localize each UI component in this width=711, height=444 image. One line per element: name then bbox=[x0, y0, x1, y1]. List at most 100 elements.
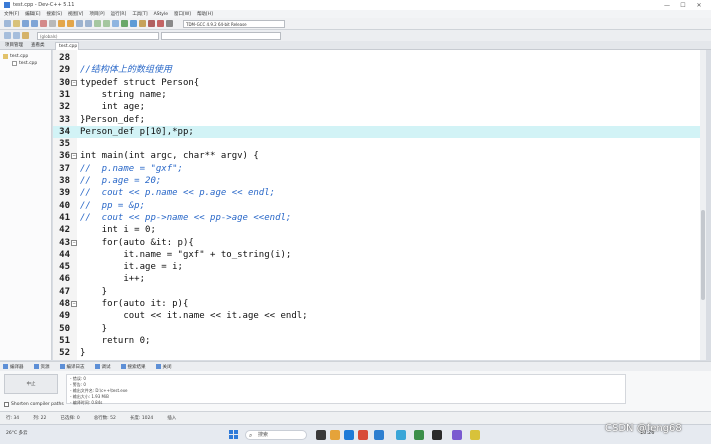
taskbar-search[interactable]: ⌕ 搜索 bbox=[245, 430, 307, 440]
code-line[interactable]: 40 // pp = &p; bbox=[53, 200, 700, 212]
globals-combo[interactable]: (globals) bbox=[37, 31, 159, 40]
maximize-icon[interactable]: ☐ bbox=[675, 2, 691, 9]
code-line[interactable]: 46 i++; bbox=[53, 273, 700, 285]
compile-log: - 错误: 0- 警告: 0- 输出文件名: D:\c++\test.exe - … bbox=[66, 374, 626, 405]
bottom-tab[interactable]: 编译器 bbox=[3, 364, 24, 370]
app-icon-green[interactable] bbox=[414, 430, 424, 440]
compiler-select[interactable]: TDM-GCC 4.9.2 64-bit Release bbox=[183, 19, 285, 28]
app-icon-teal[interactable] bbox=[396, 430, 406, 440]
unindent-icon[interactable] bbox=[103, 20, 110, 27]
menu-item[interactable]: 窗口[W] bbox=[174, 11, 191, 17]
replace-icon[interactable] bbox=[85, 20, 92, 27]
project-new-icon[interactable] bbox=[4, 32, 11, 39]
stop-icon[interactable] bbox=[157, 20, 164, 27]
menu-item[interactable]: 帮助[H] bbox=[197, 11, 213, 17]
windows-start-icon[interactable] bbox=[229, 430, 239, 440]
code-line[interactable]: 43− for(auto &it: p){ bbox=[53, 237, 700, 249]
code-line[interactable]: 33}Person_def; bbox=[53, 114, 700, 126]
taskview-icon[interactable] bbox=[316, 430, 326, 440]
code-line[interactable]: 29 //结构体上的数组使用 bbox=[53, 64, 700, 76]
shorten-paths-checkbox[interactable] bbox=[4, 402, 9, 407]
fold-toggle-icon[interactable]: − bbox=[71, 239, 77, 246]
code-line[interactable]: 31 string name; bbox=[53, 89, 700, 101]
app-icon-red[interactable] bbox=[358, 430, 368, 440]
tab-test-cpp[interactable]: test.cpp bbox=[55, 42, 79, 50]
minimize-icon[interactable]: — bbox=[659, 2, 675, 9]
devcpp-taskbar-icon[interactable] bbox=[470, 430, 480, 440]
tab-project[interactable]: 项目管理 bbox=[2, 42, 26, 50]
menu-item[interactable]: 编辑[E] bbox=[25, 11, 40, 17]
editor-scrollbar[interactable] bbox=[700, 50, 706, 360]
code-text: for(auto it: p){ bbox=[80, 299, 189, 309]
code-line[interactable]: 44 it.name = "gxf" + to_string(i); bbox=[53, 249, 700, 261]
bookmark-icon[interactable] bbox=[22, 32, 29, 39]
tree-root[interactable]: test.cpp bbox=[0, 53, 51, 60]
bottom-tab[interactable]: 调试 bbox=[94, 364, 111, 370]
rebuild-icon[interactable] bbox=[139, 20, 146, 27]
app-icon-blue[interactable] bbox=[374, 430, 384, 440]
code-line[interactable]: 34 Person_def p[10],*pp; bbox=[53, 125, 700, 139]
compile-run-icon[interactable] bbox=[130, 20, 137, 27]
code-line[interactable]: 41 // cout << pp->name << pp->age <<endl; bbox=[53, 212, 700, 224]
weather-widget[interactable]: 26°C 多云 bbox=[6, 430, 28, 436]
fold-toggle-icon[interactable]: − bbox=[71, 301, 77, 307]
code-line[interactable]: 42 int i = 0; bbox=[53, 224, 700, 236]
code-line[interactable]: 48− for(auto it: p){ bbox=[53, 298, 700, 310]
undo-icon[interactable] bbox=[58, 20, 65, 27]
abort-compile-button[interactable]: 中止 bbox=[4, 374, 58, 394]
print-icon[interactable] bbox=[49, 20, 56, 27]
tree-file[interactable]: test.cpp bbox=[0, 60, 51, 67]
indent-icon[interactable] bbox=[94, 20, 101, 27]
code-line[interactable]: 37 // p.name = "gxf"; bbox=[53, 163, 700, 175]
menu-item[interactable]: AStyle bbox=[154, 12, 168, 17]
save-icon[interactable] bbox=[22, 20, 29, 27]
bottom-tab[interactable]: 关闭 bbox=[155, 364, 172, 370]
code-line[interactable]: 28 bbox=[53, 52, 700, 64]
fold-toggle-icon[interactable]: − bbox=[71, 153, 77, 160]
menu-item[interactable]: 项目[P] bbox=[89, 11, 104, 17]
code-line[interactable]: 50 } bbox=[53, 323, 700, 335]
app-icon-purple[interactable] bbox=[452, 430, 462, 440]
open-icon[interactable] bbox=[13, 20, 20, 27]
code-line[interactable]: 30− typedef struct Person{ bbox=[53, 77, 700, 89]
project-add-icon[interactable] bbox=[13, 32, 20, 39]
code-editor[interactable]: 28 29//结构体上的数组使用 30− typedef struct Person{… bbox=[53, 50, 706, 360]
code-line[interactable]: 32 int age; bbox=[53, 101, 700, 113]
run-icon[interactable] bbox=[121, 20, 128, 27]
close-icon[interactable]: ✕ bbox=[691, 2, 707, 9]
menu-item[interactable]: 搜索[S] bbox=[46, 11, 61, 17]
menu-item[interactable]: 运行[R] bbox=[111, 11, 127, 17]
bottom-tab-label: 编译日志 bbox=[66, 364, 85, 370]
code-line[interactable]: 52} bbox=[53, 347, 700, 359]
bottom-tab[interactable]: 搜索结果 bbox=[120, 364, 146, 370]
debug-icon[interactable] bbox=[148, 20, 155, 27]
edge-icon[interactable] bbox=[344, 430, 354, 440]
save-all-icon[interactable] bbox=[31, 20, 38, 27]
redo-icon[interactable] bbox=[67, 20, 74, 27]
shorten-paths-row[interactable]: Shorten compiler paths bbox=[4, 402, 64, 407]
explorer-icon[interactable] bbox=[330, 430, 340, 440]
bottom-tab[interactable]: 编译日志 bbox=[59, 364, 85, 370]
members-combo[interactable] bbox=[161, 31, 281, 40]
tab-classes[interactable]: 查看类 bbox=[28, 42, 48, 50]
fold-toggle-icon[interactable]: − bbox=[71, 79, 77, 86]
code-line[interactable]: 45 it.age = i; bbox=[53, 261, 700, 273]
new-file-icon[interactable] bbox=[4, 20, 11, 27]
code-line[interactable]: 39 // cout << p.name << p.age << endl; bbox=[53, 187, 700, 199]
scrollbar-thumb[interactable] bbox=[701, 210, 705, 300]
code-line[interactable]: 51 return 0; bbox=[53, 335, 700, 347]
code-line[interactable]: 35 bbox=[53, 138, 700, 150]
code-line[interactable]: 47 } bbox=[53, 286, 700, 298]
menu-item[interactable]: 工具[T] bbox=[132, 11, 147, 17]
code-line[interactable]: 49 cout << it.name << it.age << endl; bbox=[53, 310, 700, 322]
compile-icon[interactable] bbox=[112, 20, 119, 27]
profile-icon[interactable] bbox=[166, 20, 173, 27]
menu-item[interactable]: 视图[V] bbox=[68, 11, 84, 17]
find-icon[interactable] bbox=[76, 20, 83, 27]
code-line[interactable]: 36− int main(int argc, char** argv) { bbox=[53, 150, 700, 162]
close-file-icon[interactable] bbox=[40, 20, 47, 27]
bottom-tab[interactable]: 资源 bbox=[33, 364, 50, 370]
app-icon-dark[interactable] bbox=[432, 430, 442, 440]
menu-item[interactable]: 文件[F] bbox=[4, 11, 19, 17]
code-line[interactable]: 38 // p.age = 20; bbox=[53, 175, 700, 187]
